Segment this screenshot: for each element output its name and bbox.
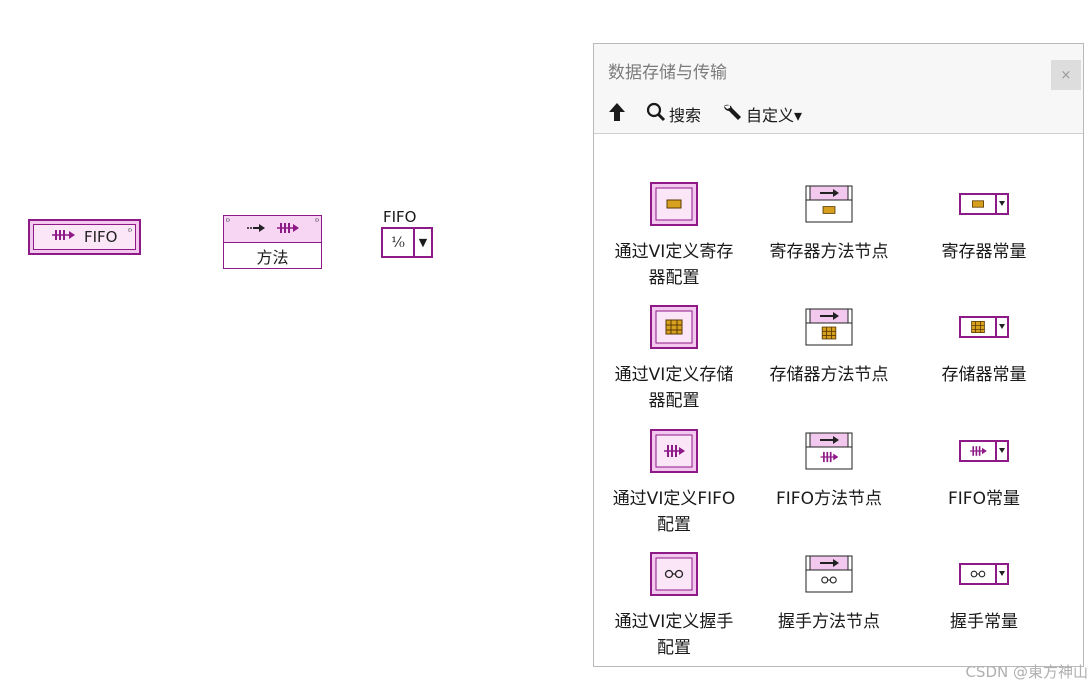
palette-item[interactable]: 寄存器方法节点 (751, 182, 907, 302)
palette-content: 通过VI定义寄存器配置 寄存器方法节点 寄存器常量通过VI定义存储器配置 存储器方法节… (594, 133, 1083, 666)
customize-button[interactable]: 自定义▾ (721, 102, 802, 126)
close-button[interactable]: × (1051, 60, 1081, 90)
method-node[interactable]: ᴰ ᴰ 方法 (223, 215, 322, 269)
terminal-tag: ᴰ (128, 227, 132, 236)
terminal-tag-left: ᴰ (226, 217, 230, 226)
palette-toolbar: 搜索 自定义▾ (594, 96, 1083, 132)
palette-item[interactable]: 握手常量 (906, 552, 1062, 672)
terminal-tag-right: ᴰ (315, 217, 319, 226)
palette-item-label: FIFO方法节点 (776, 489, 882, 509)
palette-item-label: 通过VI定义存储器配置 (614, 365, 734, 411)
palette-item-label: 握手方法节点 (778, 612, 880, 632)
customize-label: 自定义▾ (746, 106, 803, 125)
arrow-icon (246, 222, 266, 237)
palette-window: 数据存储与传输 × 搜索 自定义▾ 通过VI定义寄存器配置 寄存器方法节点 寄存… (593, 43, 1084, 667)
memory-config-icon (650, 305, 698, 349)
fifo-constant-node[interactable]: ⅟₀ ▼ (381, 227, 433, 258)
palette-item-label: 存储器方法节点 (769, 365, 889, 385)
palette-item-label: 存储器常量 (941, 365, 1027, 385)
palette-item-label: FIFO常量 (948, 489, 1020, 509)
palette-item[interactable]: 通过VI定义握手配置 (596, 552, 752, 672)
palette-item[interactable]: 存储器常量 (906, 305, 1062, 425)
fifo-constant-icon (959, 429, 1009, 473)
palette-item[interactable]: FIFO常量 (906, 429, 1062, 549)
fifo-config-icon (650, 429, 698, 473)
handshake-method-icon (805, 552, 853, 596)
search-icon (646, 102, 666, 126)
wrench-icon (721, 102, 743, 126)
register-method-icon (805, 182, 853, 226)
palette-item-label: 寄存器方法节点 (769, 242, 889, 262)
memory-method-icon (805, 305, 853, 349)
fifo-reference-node[interactable]: FIFO ᴰ (28, 219, 141, 255)
method-node-header: ᴰ ᴰ (224, 216, 321, 243)
palette-item-label: 通过VI定义FIFO配置 (612, 489, 736, 535)
up-arrow-icon (608, 102, 626, 126)
palette-item[interactable]: 握手方法节点 (751, 552, 907, 672)
up-button[interactable] (608, 102, 626, 126)
constant-value: ⅟₀ (383, 229, 415, 256)
watermark: CSDN @東方神山 (965, 663, 1088, 681)
fifo-method-icon (805, 429, 853, 473)
method-node-label: 方法 (256, 248, 289, 267)
palette-item[interactable]: 存储器方法节点 (751, 305, 907, 425)
palette-item[interactable]: 通过VI定义FIFO配置 (596, 429, 752, 549)
palette-item-label: 寄存器常量 (941, 242, 1027, 262)
palette-item-label: 握手常量 (950, 612, 1018, 632)
fifo-reference-inner: FIFO ᴰ (33, 224, 136, 250)
fifo-icon (50, 228, 76, 246)
palette-item-label: 通过VI定义握手配置 (614, 612, 734, 658)
palette-item[interactable]: 通过VI定义存储器配置 (596, 305, 752, 425)
palette-titlebar: 数据存储与传输 × (594, 44, 1083, 96)
handshake-config-icon (650, 552, 698, 596)
palette-item-label: 通过VI定义寄存器配置 (614, 242, 734, 288)
palette-item[interactable]: 通过VI定义寄存器配置 (596, 182, 752, 302)
dropdown-arrow-icon[interactable]: ▼ (415, 229, 431, 256)
fifo-icon (276, 222, 300, 237)
palette-item[interactable]: FIFO方法节点 (751, 429, 907, 549)
constant-label: FIFO (383, 208, 417, 226)
palette-title: 数据存储与传输 (608, 62, 727, 83)
search-label: 搜索 (669, 106, 702, 125)
palette-item[interactable]: 寄存器常量 (906, 182, 1062, 302)
memory-constant-icon (959, 305, 1009, 349)
register-constant-icon (959, 182, 1009, 226)
handshake-constant-icon (959, 552, 1009, 596)
fifo-reference-label: FIFO (84, 228, 118, 246)
search-button[interactable]: 搜索 (646, 102, 701, 126)
register-config-icon (650, 182, 698, 226)
